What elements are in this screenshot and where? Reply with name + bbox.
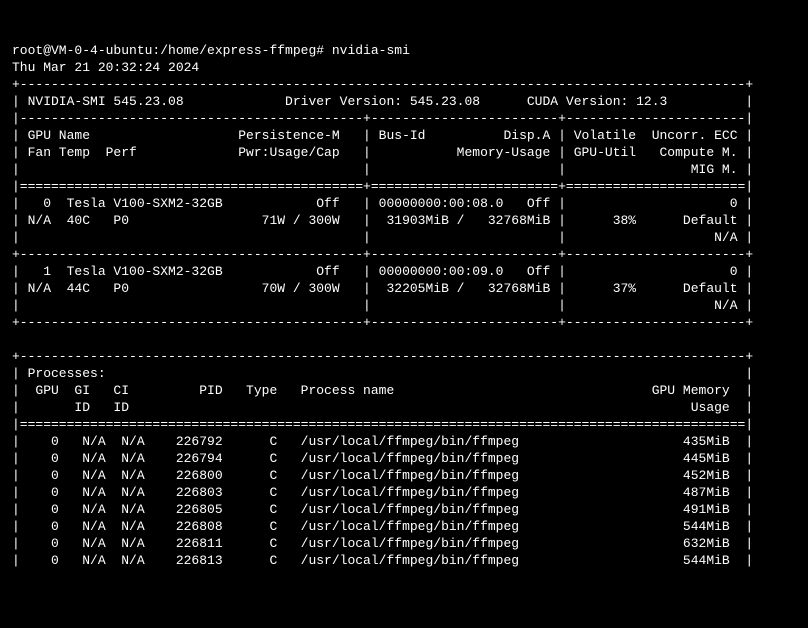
terminal-output: root@VM-0-4-ubuntu:/home/express-ffmpeg#… — [12, 42, 796, 569]
